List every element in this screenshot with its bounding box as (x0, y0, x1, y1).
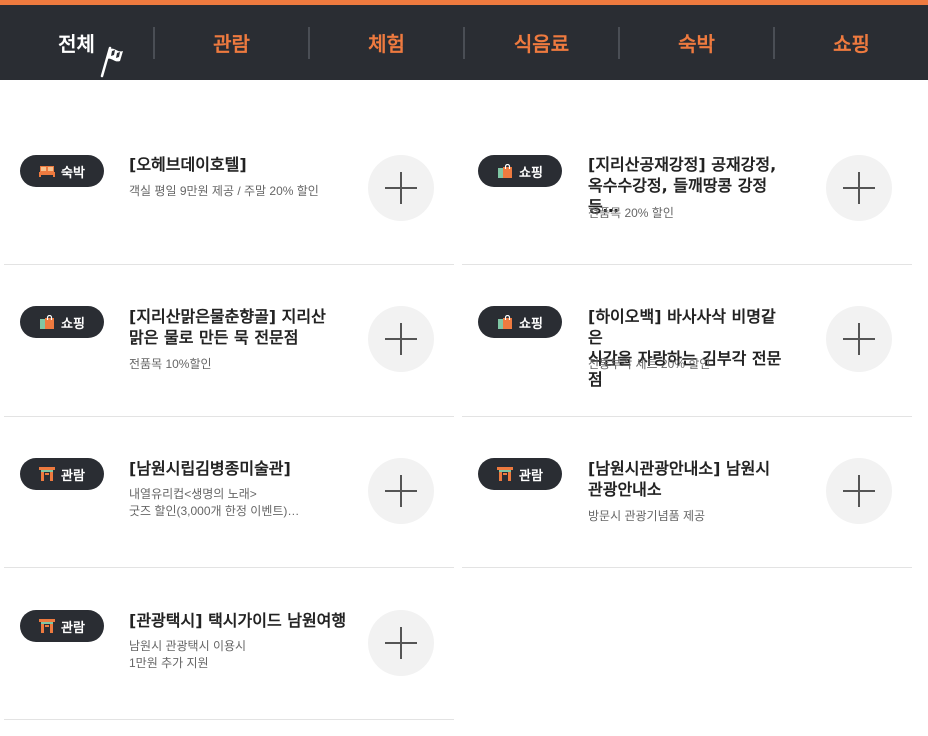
add-button[interactable] (368, 306, 434, 372)
add-button[interactable] (826, 155, 892, 221)
item-title: [하이오백] 바사사삭 비명같은 식감을 자랑하는 김부각 전문점 (588, 307, 782, 389)
list-item: 쇼핑 [지리산공재강정] 공재강정, 옥수수강정, 들깨땅콩 강정 등… 전품목… (462, 113, 912, 265)
category-badge: 쇼핑 (20, 306, 104, 338)
item-description: 방문시 관광기념품 제공 (588, 509, 706, 523)
list-item: 관람 [남원시관광안내소] 남원시 관광안내소 방문시 관광기념품 제공 (462, 416, 912, 568)
shopping-bag-icon (40, 315, 55, 329)
list-item: 관람 [남원시립김병종미술관] 내열유리컵<생명의 노래> 굿즈 할인(3,00… (4, 416, 454, 568)
list-item: 쇼핑 [지리산맑은물춘향골] 지리산 맑은 물로 만든 묵 전문점 전품목 10… (4, 265, 454, 417)
gate-icon (497, 467, 514, 481)
list-item: 쇼핑 [하이오백] 바사사삭 비명같은 식감을 자랑하는 김부각 전문점 전통부… (462, 265, 912, 417)
item-description: 전품목 20% 할인 (588, 206, 674, 220)
tab-shopping[interactable]: 쇼핑 (775, 5, 928, 80)
add-button[interactable] (368, 155, 434, 221)
item-title: [남원시립김병종미술관] (129, 459, 291, 478)
add-button[interactable] (826, 306, 892, 372)
shopping-bag-icon (498, 164, 513, 178)
category-badge: 숙박 (20, 155, 104, 187)
category-badge: 관람 (478, 458, 562, 490)
flag-icon (100, 46, 123, 78)
tab-food[interactable]: 식음료 (465, 5, 618, 80)
category-badge: 관람 (20, 458, 104, 490)
tab-all[interactable]: 전체 (0, 5, 153, 80)
shopping-bag-icon (498, 315, 513, 329)
item-title: [관광택시] 택시가이드 남원여행 (129, 611, 347, 630)
tab-sightseeing[interactable]: 관람 (155, 5, 308, 80)
item-description: 내열유리컵<생명의 노래> 굿즈 할인(3,000개 한정 이벤트)… (129, 487, 300, 518)
item-description: 남원시 관광택시 이용시 1만원 추가 지원 (129, 639, 247, 670)
add-button[interactable] (368, 610, 434, 676)
tab-experience[interactable]: 체험 (310, 5, 463, 80)
add-button[interactable] (368, 458, 434, 524)
gate-icon (39, 619, 56, 633)
tab-lodging[interactable]: 숙박 (620, 5, 773, 80)
item-title: [지리산맑은물춘향골] 지리산 맑은 물로 만든 묵 전문점 (129, 307, 326, 347)
item-description: 전품목 10%할인 (129, 357, 212, 371)
list-item: 숙박 [오헤브데이호텔] 객실 평일 9만원 제공 / 주말 20% 할인 (4, 113, 454, 265)
add-button[interactable] (826, 458, 892, 524)
bed-icon (39, 166, 56, 177)
item-description: 객실 평일 9만원 제공 / 주말 20% 할인 (129, 184, 319, 198)
list-item: 관람 [관광택시] 택시가이드 남원여행 남원시 관광택시 이용시 1만원 추가… (4, 568, 454, 720)
item-title: [남원시관광안내소] 남원시 관광안내소 (588, 459, 771, 499)
category-badge: 쇼핑 (478, 306, 562, 338)
category-badge: 관람 (20, 610, 104, 642)
item-description: 전통부각 세트 20% 할인 (588, 357, 711, 371)
item-title: [오헤브데이호텔] (129, 155, 247, 174)
gate-icon (39, 467, 56, 481)
category-nav: 전체 관람 체험 식음료 숙박 쇼핑 (0, 5, 928, 80)
category-badge: 쇼핑 (478, 155, 562, 187)
